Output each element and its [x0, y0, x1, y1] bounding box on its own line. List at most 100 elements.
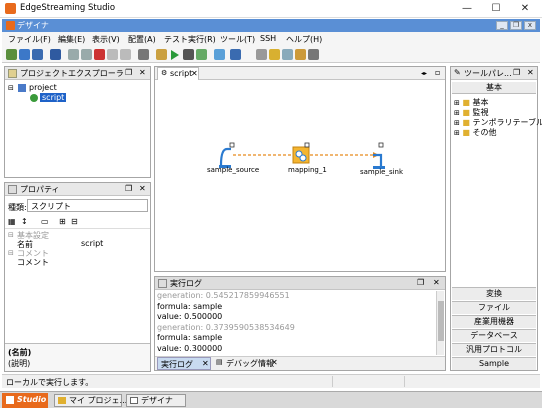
- palette-button-protocol[interactable]: 汎用プロトコル: [452, 343, 536, 356]
- build-icon[interactable]: [156, 49, 167, 60]
- doc-close-button[interactable]: x: [524, 21, 536, 30]
- sink-node-icon[interactable]: [373, 142, 385, 169]
- properties-maximize-icon[interactable]: ❐: [125, 184, 132, 193]
- document-title: デザイナ: [17, 21, 49, 30]
- save-icon[interactable]: [50, 49, 61, 60]
- copy-icon[interactable]: [120, 49, 131, 60]
- explorer-title: プロジェクトエクスプローラ: [20, 69, 124, 78]
- redo-icon[interactable]: [81, 49, 92, 60]
- log-scrollbar[interactable]: [436, 291, 444, 355]
- editor-maximize-icon[interactable]: ▫: [435, 68, 440, 77]
- save-all-icon[interactable]: [32, 49, 43, 60]
- explorer-close-icon[interactable]: ✕: [139, 68, 146, 77]
- export-icon[interactable]: [295, 49, 306, 60]
- palette-tree-item[interactable]: ⊞ ■ 基本: [454, 97, 542, 107]
- tool-palette-panel: ✎ ツールパレ... ❐ ✕ 基本 ⊞ ■ 基本 ⊞ ■ 監視 ⊞ ■ テンポラ…: [450, 66, 542, 371]
- tab-debug-close-icon[interactable]: ✕: [271, 358, 278, 367]
- menu-arrange[interactable]: 配置(A): [128, 34, 156, 45]
- palette-tree-item[interactable]: ⊞ ■ その他: [454, 127, 542, 137]
- delete-icon[interactable]: [94, 49, 105, 60]
- palette-button-transform[interactable]: 変換: [452, 287, 536, 300]
- run-icon[interactable]: [171, 50, 179, 60]
- sort-alpha-icon[interactable]: ↕: [21, 217, 28, 226]
- menu-edit[interactable]: 編集(E): [58, 34, 85, 45]
- palette-icon: ✎: [454, 68, 461, 77]
- log-content[interactable]: generation: 0.545217859946551 formula: s…: [157, 291, 435, 355]
- prop-name-value[interactable]: script: [81, 239, 103, 248]
- deploy-icon[interactable]: [230, 49, 241, 60]
- mapping-node-icon[interactable]: [292, 142, 310, 164]
- menu-view[interactable]: 表示(V): [92, 34, 120, 45]
- palette-button-sample[interactable]: Sample: [452, 357, 536, 370]
- cat-comment-expander[interactable]: ⊟: [8, 249, 14, 257]
- palette-tree-item[interactable]: ⊞ ■ テンポラリテーブル: [454, 117, 542, 127]
- maximize-button[interactable]: ☐: [488, 2, 504, 15]
- close-button[interactable]: ✕: [517, 2, 533, 15]
- tab-script-close-icon[interactable]: ✕: [191, 69, 198, 78]
- tab-nav-icon[interactable]: ◂▸: [421, 70, 427, 77]
- image-icon[interactable]: [282, 49, 293, 60]
- palette-maximize-icon[interactable]: ❐: [513, 68, 520, 77]
- palette-button-industrial[interactable]: 産業用機器: [452, 315, 536, 328]
- palette-button-file[interactable]: ファイル: [452, 301, 536, 314]
- menu-file[interactable]: ファイル(F): [8, 34, 51, 45]
- minimize-button[interactable]: —: [459, 2, 475, 15]
- log-line: value: 0.500000: [157, 312, 223, 321]
- palette-title: ツールパレ...: [464, 69, 512, 78]
- menu-help[interactable]: ヘルプ(H): [286, 34, 322, 45]
- properties-panel: プロパティ ❐ ✕ 種類: スクリプト ▦ ↕ ▭ ⊞ ⊟ ⊟ 基本設定 名前 …: [4, 182, 151, 372]
- palette-close-icon[interactable]: ✕: [527, 68, 534, 77]
- find-icon[interactable]: [138, 49, 149, 60]
- project-expander[interactable]: ⊟: [8, 84, 14, 92]
- layout-icon[interactable]: [256, 49, 267, 60]
- window-title: EdgeStreaming Studio: [20, 3, 116, 13]
- collapse-all-icon[interactable]: ⊟: [71, 217, 78, 226]
- categorized-icon[interactable]: ▦: [8, 217, 16, 226]
- monitor-icon[interactable]: [214, 49, 225, 60]
- tab-exec-log-close-icon[interactable]: ✕: [202, 359, 209, 368]
- properties-close-icon[interactable]: ✕: [139, 184, 146, 193]
- tab-script[interactable]: ⚙ script ✕: [157, 67, 199, 80]
- palette-tree-item[interactable]: ⊞ ■ 監視: [454, 107, 542, 117]
- tree-item-project[interactable]: project: [29, 83, 57, 92]
- stop-icon[interactable]: [183, 49, 194, 60]
- menu-ssh[interactable]: SSH: [260, 34, 276, 43]
- task-my-project[interactable]: マイ プロジェ...: [54, 394, 127, 407]
- palette-button-database[interactable]: データベース: [452, 329, 536, 342]
- tab-exec-log[interactable]: 実行ログ ✕: [157, 357, 211, 370]
- help-icon[interactable]: [308, 49, 319, 60]
- palette-tree: ⊞ ■ 基本 ⊞ ■ 監視 ⊞ ■ テンポラリテーブル ⊞ ■ その他: [454, 97, 542, 137]
- doc-restore-button[interactable]: ❐: [510, 21, 522, 30]
- explorer-maximize-icon[interactable]: ❐: [125, 68, 132, 77]
- explorer-header: プロジェクトエクスプローラ ❐ ✕: [5, 67, 150, 80]
- doc-minimize-button[interactable]: _: [496, 21, 508, 30]
- property-pages-icon[interactable]: ▭: [41, 217, 49, 226]
- log-scrollbar-thumb[interactable]: [438, 301, 444, 341]
- prop-comment-value[interactable]: [81, 257, 147, 267]
- node-label-mapping[interactable]: mapping_1: [288, 166, 327, 174]
- menu-tools[interactable]: ツール(T): [220, 34, 255, 45]
- node-label-source[interactable]: sample_source: [207, 166, 259, 174]
- cut-icon[interactable]: [107, 49, 118, 60]
- log-close-icon[interactable]: ✕: [433, 278, 440, 287]
- tab-debug-info[interactable]: ▤ デバッグ情報 ✕: [213, 357, 279, 370]
- palette-category-basic[interactable]: 基本: [452, 82, 536, 94]
- diagram-canvas[interactable]: [155, 81, 445, 271]
- expand-all-icon[interactable]: ⊞: [59, 217, 66, 226]
- studio-button[interactable]: Studio: [2, 393, 48, 408]
- undo-icon[interactable]: [68, 49, 79, 60]
- document-icon: [6, 21, 15, 30]
- log-maximize-icon[interactable]: ❐: [417, 278, 424, 287]
- step-icon[interactable]: [196, 49, 207, 60]
- new-project-icon[interactable]: [6, 49, 17, 60]
- project-icon: [18, 84, 26, 92]
- task-designer[interactable]: デザイナ: [126, 394, 186, 407]
- open-icon[interactable]: [19, 49, 30, 60]
- source-node-icon[interactable]: [219, 142, 235, 168]
- folder-icon[interactable]: [269, 49, 280, 60]
- menu-test-run[interactable]: テスト実行(R): [164, 34, 216, 45]
- log-header: 実行ログ ❐ ✕: [155, 277, 445, 290]
- node-label-sink[interactable]: sample_sink: [360, 168, 403, 176]
- cat-basic-expander[interactable]: ⊟: [8, 231, 14, 239]
- tree-item-script[interactable]: script: [40, 93, 67, 102]
